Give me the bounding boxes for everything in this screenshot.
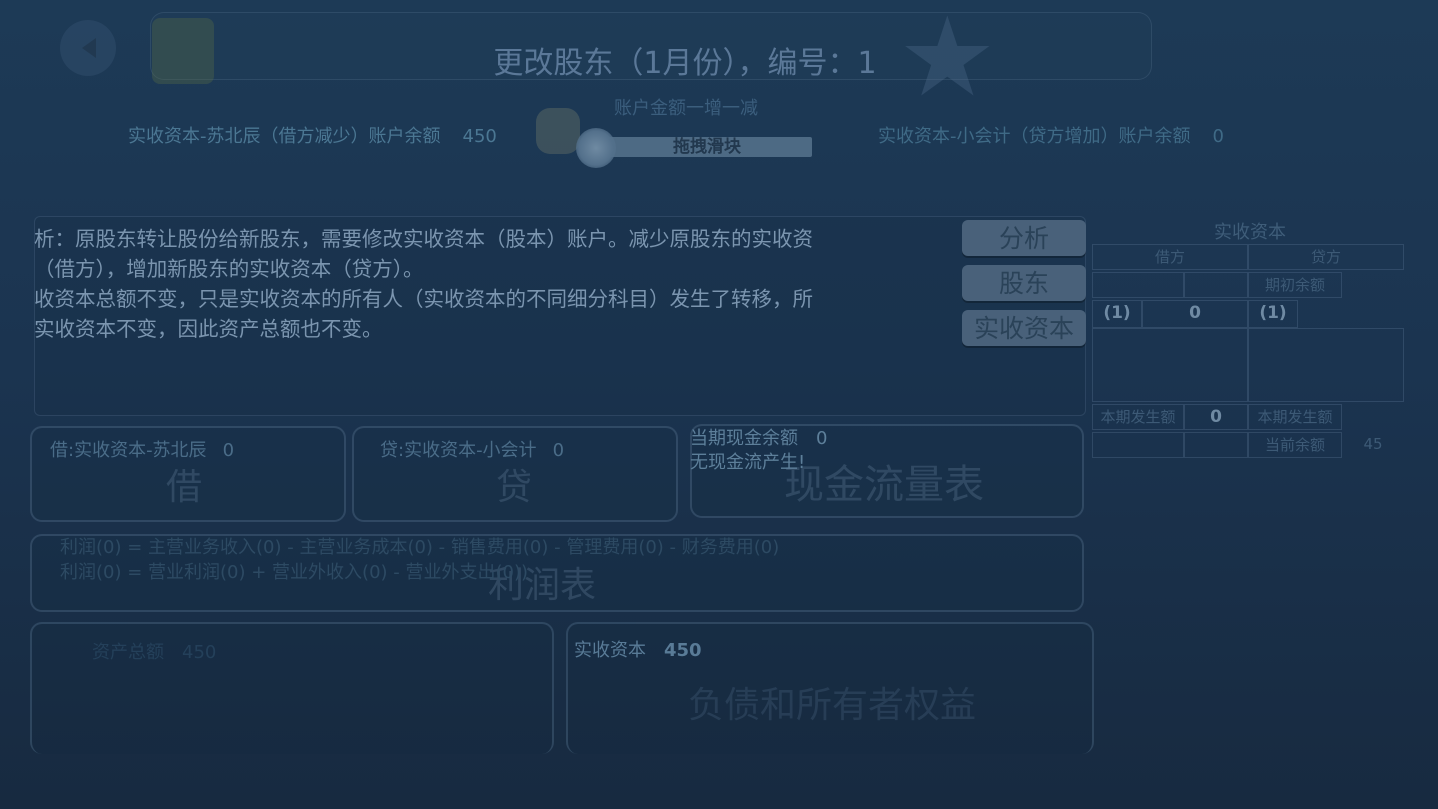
analysis-button[interactable]: 分析 — [962, 220, 1086, 256]
page-title: 更改股东（1月份），编号：1 — [493, 46, 877, 81]
assets-box[interactable]: 资产总额 450 — [30, 622, 554, 754]
entry-ref-credit: (1) — [1248, 300, 1298, 328]
entry-ref-debit: (1) — [1092, 300, 1142, 328]
period-debit-label: 本期发生额 — [1092, 404, 1184, 430]
ledger-title: 实收资本 — [1214, 222, 1286, 243]
back-button[interactable] — [60, 20, 116, 76]
total-assets-value: 450 — [182, 642, 217, 663]
liabilities-ghost-label: 负债和所有者权益 — [688, 685, 977, 726]
credit-entry-label: 贷:实收资本-小会计 — [380, 440, 537, 461]
credit-entry-box[interactable]: 贷 贷:实收资本-小会计 0 — [352, 426, 678, 522]
credit-entries-area — [1248, 328, 1404, 402]
credit-entry: 贷:实收资本-小会计 0 — [380, 436, 564, 462]
right-account-value: 0 — [1212, 126, 1224, 147]
shopping-bag-icon[interactable] — [152, 18, 214, 84]
paid-in-capital-button[interactable]: 实收资本 — [962, 310, 1086, 346]
slider-caption: 账户金额一增一减 — [614, 98, 758, 119]
debit-entry-label: 借:实收资本-苏北辰 — [50, 440, 207, 461]
cash-balance-value: 0 — [816, 428, 828, 449]
left-account-value: 450 — [462, 126, 497, 147]
credit-entry-value: 0 — [552, 440, 565, 461]
debit-entry-box[interactable]: 借 借:实收资本-苏北辰 0 — [30, 426, 346, 522]
debit-entry-value: 0 — [222, 440, 235, 461]
debit-entry: 借:实收资本-苏北辰 0 — [50, 436, 234, 462]
left-account-label: 实收资本-苏北辰（借方减少）账户余额 — [128, 126, 441, 147]
right-account-balance: 实收资本-小会计（贷方增加）账户余额 0 — [878, 122, 1224, 148]
profit-formula-line2: 利润(0) = 营业利润(0) + 营业外收入(0) - 营业外支出(0)) — [60, 562, 528, 583]
paid-in-capital-label: 实收资本 — [574, 640, 646, 661]
cashflow-note: 无现金流产生! — [690, 452, 806, 473]
debit-entries-area — [1092, 328, 1248, 402]
current-balance-value: 45 — [1363, 435, 1383, 453]
analysis-text: 析：原股东转让股份给新股东，需要修改实收资本（股本）账户。减少原股东的实收资 （… — [34, 227, 813, 341]
coins-icon — [536, 108, 580, 154]
debit-header: 借方 — [1092, 244, 1248, 270]
total-assets-label: 资产总额 — [92, 642, 164, 663]
opening-balance-label: 期初余额 — [1248, 272, 1342, 298]
paid-in-capital-value: 450 — [664, 640, 702, 661]
credit-ghost-label: 贷 — [496, 467, 533, 508]
shareholder-button[interactable]: 股东 — [962, 265, 1086, 301]
left-account-balance: 实收资本-苏北辰（借方减少）账户余额 450 — [128, 122, 497, 148]
opening-debit-value — [1184, 272, 1248, 298]
slider-knob[interactable] — [576, 128, 616, 168]
cashflow-ghost-label: 现金流量表 — [784, 462, 984, 508]
opening-debit-cell — [1092, 272, 1184, 298]
current-debit-value — [1184, 432, 1248, 458]
current-balance-label: 当前余额 — [1248, 432, 1342, 458]
profit-formulas: 利润(0) = 主营业务收入(0) - 主营业务成本(0) - 销售费用(0) … — [60, 535, 779, 585]
total-assets: 资产总额 450 — [92, 638, 216, 664]
cash-balance-label: 当期现金余额 — [690, 428, 798, 449]
cashflow-statement-box[interactable]: 现金流量表 当期现金余额 0 无现金流产生! — [690, 424, 1084, 518]
credit-header: 贷方 — [1248, 244, 1404, 270]
period-debit-value: 0 — [1184, 404, 1248, 430]
current-debit-cell — [1092, 432, 1184, 458]
paid-in-capital-total: 实收资本 450 — [574, 636, 702, 662]
back-arrow-icon — [82, 38, 96, 58]
right-account-label: 实收资本-小会计（贷方增加）账户余额 — [878, 126, 1191, 147]
period-credit-label: 本期发生额 — [1248, 404, 1342, 430]
debit-ghost-label: 借 — [166, 467, 203, 508]
entry-debit-amount: 0 — [1142, 300, 1248, 328]
profit-formula-line1: 利润(0) = 主营业务收入(0) - 主营业务成本(0) - 销售费用(0) … — [60, 537, 780, 558]
slider-label: 拖拽滑块 — [673, 137, 741, 157]
cash-balance: 当期现金余额 0 — [690, 424, 827, 450]
